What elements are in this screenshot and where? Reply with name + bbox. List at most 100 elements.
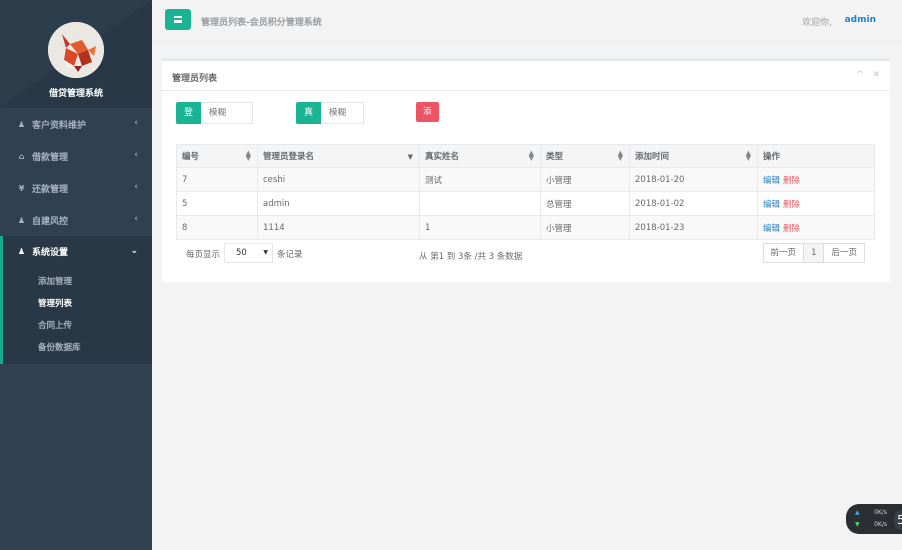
- sidebar-item-loan[interactable]: ⌂ 借款管理 ‹: [0, 140, 152, 172]
- cell-actions: 编辑 删除: [757, 215, 875, 240]
- panel-header: 管理员列表 ^ ✕: [162, 61, 890, 91]
- upload-arrow-icon: ▲: [855, 509, 860, 516]
- edit-link[interactable]: 编辑: [763, 224, 780, 234]
- fox-logo-icon: [48, 22, 104, 78]
- delete-link[interactable]: 删除: [783, 224, 800, 234]
- sidebar-subitem-add-admin[interactable]: 添加管理: [3, 270, 152, 292]
- login-search-input[interactable]: [201, 102, 254, 124]
- sidebar-item-settings[interactable]: ♟ 系统设置 ⌄: [0, 236, 152, 266]
- admin-table: 编号 ▲ ▼ 管理员登录名 ▼ 真实姓名 ▲ ▼ 类型 ▲ ▼ 添加时间 ▲ ▼ 操作 7 ces…: [176, 144, 875, 240]
- welcome-text: 欢迎你,: [802, 18, 832, 28]
- cell-actions: 编辑 删除: [757, 167, 875, 192]
- per-page-prefix: 每页显示: [186, 250, 221, 260]
- edit-link[interactable]: 编辑: [763, 176, 780, 186]
- hamburger-icon: [174, 16, 182, 23]
- user-link[interactable]: admin: [845, 15, 876, 25]
- sidebar-item-label: 自建风控: [32, 216, 69, 227]
- sidebar-item-label: 客户资料维护: [32, 120, 87, 131]
- sidebar-subitem-contract-upload[interactable]: 合同上传: [3, 314, 152, 336]
- cell-id: 7: [176, 167, 258, 192]
- profile-name: 借贷管理系统: [48, 89, 103, 99]
- cell-login: admin: [257, 191, 420, 216]
- sidebar-subitem-backup-db[interactable]: 备份数据库: [3, 336, 152, 358]
- realname-search-button[interactable]: 真实姓名: [296, 102, 322, 184]
- chevron-left-icon: ‹: [134, 182, 138, 192]
- sidebar-item-risk[interactable]: ♟ 自建风控 ‹: [0, 204, 152, 236]
- yen-icon: ¥: [18, 183, 25, 193]
- edit-link[interactable]: 编辑: [763, 200, 780, 210]
- top-navbar: 管理员列表-会员积分管理系统 欢迎你, admin: [152, 0, 902, 42]
- widget-number: 5: [894, 510, 902, 530]
- chevron-left-icon: ‹: [134, 118, 138, 128]
- panel-title: 管理员列表: [172, 74, 218, 84]
- avatar[interactable]: [48, 22, 104, 78]
- table-row: 8 1114 1 小管理 2018-01-23 编辑 删除: [176, 215, 875, 240]
- user-icon: ♟: [17, 215, 26, 225]
- column-header-type[interactable]: 类型 ▲ ▼: [540, 144, 630, 168]
- cell-login: 1114: [257, 215, 420, 240]
- table-info: 从 第1 到 3条 /共 3 条数据: [419, 252, 523, 262]
- column-header-date[interactable]: 添加时间 ▲ ▼: [629, 144, 758, 168]
- sort-icon: ▲ ▼: [245, 149, 251, 162]
- prev-page-button[interactable]: 前一页: [762, 243, 805, 263]
- sort-desc-icon: ▼: [407, 153, 413, 161]
- chevron-left-icon: ‹: [134, 214, 138, 224]
- add-admin-button[interactable]: 添加管理员: [416, 102, 439, 197]
- per-page-select[interactable]: 50 ▼: [224, 243, 273, 263]
- table-row: 7 ceshi 测试 小管理 2018-01-20 编辑 删除: [176, 167, 875, 192]
- cell-type: 总管理: [540, 191, 630, 216]
- download-speed-row: ▼ 0K/s: [855, 521, 887, 528]
- admin-list-panel: 管理员列表 ^ ✕ 登录名 真实姓名 添加管理员 编号▲▼ 管理员登录名▼ 真实…: [162, 58, 890, 282]
- column-header-id[interactable]: 编号 ▲ ▼: [176, 144, 258, 168]
- cell-date: 2018-01-02: [629, 191, 758, 216]
- column-header-actions: 操作: [757, 144, 875, 168]
- cell-realname: 1: [419, 215, 541, 240]
- next-page-button[interactable]: 后一页: [823, 243, 865, 263]
- delete-link[interactable]: 删除: [783, 200, 800, 210]
- chevron-down-icon: ⌄: [130, 246, 138, 256]
- page-1-button[interactable]: 1: [803, 243, 825, 263]
- user-icon: ♟: [17, 246, 26, 256]
- table-header-row: 编号 ▲ ▼ 管理员登录名 ▼ 真实姓名 ▲ ▼ 类型 ▲ ▼ 添加时间 ▲ ▼ 操作: [176, 144, 875, 168]
- collapse-icon[interactable]: ^: [856, 70, 864, 80]
- sidebar-profile: 借贷管理系统: [0, 0, 152, 108]
- user-icon: ♟: [17, 119, 26, 129]
- table-row: 5 admin 总管理 2018-01-02 编辑 删除: [176, 191, 875, 216]
- chevron-left-icon: ‹: [134, 150, 138, 160]
- per-page-value: 50: [236, 248, 247, 258]
- menu-toggle-button[interactable]: [165, 9, 191, 30]
- cell-realname: 测试: [419, 167, 541, 192]
- download-speed: 0K/s: [874, 521, 887, 528]
- cell-login: ceshi: [257, 167, 420, 192]
- realname-search-group: 真实姓名: [296, 102, 365, 184]
- table-footer: 每页显示 50 ▼ 条记录 从 第1 到 3条 /共 3 条数据 前一页 1 后…: [176, 243, 875, 265]
- sidebar-subitem-admin-list[interactable]: 管理列表: [3, 292, 152, 314]
- sidebar-item-customer[interactable]: ♟ 客户资料维护 ‹: [0, 108, 152, 140]
- close-icon[interactable]: ✕: [872, 70, 880, 80]
- login-search-button[interactable]: 登录名: [176, 102, 202, 162]
- sidebar-item-label: 系统设置: [32, 247, 69, 258]
- sidebar-item-label: 还款管理: [32, 184, 69, 195]
- caret-down-icon: ▼: [263, 249, 268, 256]
- sort-icon: ▲ ▼: [745, 149, 751, 162]
- cell-date: 2018-01-20: [629, 167, 758, 192]
- column-header-login[interactable]: 管理员登录名 ▼: [257, 144, 420, 168]
- cell-id: 8: [176, 215, 258, 240]
- sidebar-item-repayment[interactable]: ¥ 还款管理 ‹: [0, 172, 152, 204]
- upload-speed: 0K/s: [874, 509, 887, 516]
- download-arrow-icon: ▼: [855, 521, 860, 528]
- delete-link[interactable]: 删除: [783, 176, 800, 186]
- cell-realname: [419, 191, 541, 216]
- cell-type: 小管理: [540, 215, 630, 240]
- column-header-realname[interactable]: 真实姓名 ▲ ▼: [419, 144, 541, 168]
- upload-speed-row: ▲ 0K/s: [855, 509, 887, 516]
- network-speed-widget[interactable]: ▲ 0K/s ▼ 0K/s 5: [846, 504, 902, 534]
- panel-tools: ^ ✕: [850, 70, 880, 80]
- per-page-suffix: 条记录: [277, 250, 303, 260]
- page-title: 管理员列表-会员积分管理系统: [201, 18, 322, 28]
- sort-icon: ▲ ▼: [528, 149, 534, 162]
- home-icon: ⌂: [18, 151, 25, 161]
- realname-search-input[interactable]: [321, 102, 365, 124]
- login-search-group: 登录名: [176, 102, 254, 162]
- sidebar-item-label: 借款管理: [32, 152, 69, 163]
